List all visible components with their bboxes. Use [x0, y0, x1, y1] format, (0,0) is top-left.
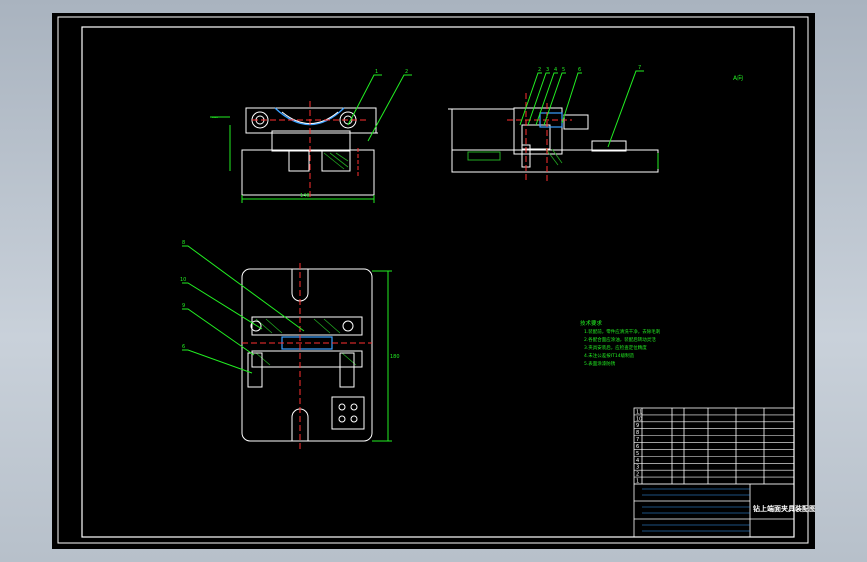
parts-row-number: 11: [636, 409, 642, 415]
parts-row-number: 6: [636, 444, 639, 450]
parts-row-number: 2: [636, 472, 639, 478]
plan-dimension-height: 180: [390, 354, 400, 360]
plan-callout-8: 8: [182, 240, 185, 246]
plan-view: [241, 263, 392, 449]
title-block: [633, 407, 795, 538]
assembly-drawing-canvas: 140 ‐‐‐‐ 1 2 2 3 4 5 6 7 A向 180 8 10 9 6…: [57, 16, 815, 544]
notes-line-3: 3.夹具安装后，应检查定位精度: [584, 344, 647, 351]
plan-callout-10: 10: [180, 277, 186, 283]
front-dimension-width: 140: [300, 193, 310, 199]
parts-row-number: 4: [636, 458, 639, 464]
parts-row-number: 5: [636, 451, 639, 457]
parts-row-number: 10: [636, 416, 642, 422]
notes-line-4: 4.未注公差按IT14级制造: [584, 352, 635, 359]
front-callout-2: 2: [405, 69, 408, 75]
side-callout-2: 2: [538, 67, 541, 73]
side-callout-4: 4: [554, 67, 557, 73]
front-note-left: ‐‐‐‐: [212, 115, 218, 120]
parts-row-number: 3: [636, 465, 639, 471]
title-block-gridlines: [642, 488, 750, 532]
plan-leader-lines: [182, 245, 305, 374]
side-view: [448, 93, 659, 183]
cad-viewport[interactable]: 140 ‐‐‐‐ 1 2 2 3 4 5 6 7 A向 180 8 10 9 6…: [52, 13, 815, 549]
side-callout-7: 7: [638, 65, 641, 71]
outer-border: [57, 16, 809, 544]
notes-line-5: 5.表面涂漆防锈: [584, 360, 616, 367]
front-callout-1: 1: [375, 69, 378, 75]
inner-frame: [81, 26, 795, 538]
technical-notes: 技术要求 1.装配前，零件应清洗干净，去除毛刺 2.各配合面应涂油，装配后转动灵…: [580, 319, 661, 367]
side-callout-6: 6: [578, 67, 581, 73]
parts-row-number: 7: [636, 437, 639, 443]
parts-list: 1110987654321: [634, 409, 794, 485]
notes-line-2: 2.各配合面应涂油，装配后转动灵活: [584, 336, 656, 343]
plan-callout-9: 9: [182, 303, 185, 309]
side-callout-3: 3: [546, 67, 549, 73]
parts-row-number: 8: [636, 430, 639, 436]
side-callout-5: 5: [562, 67, 565, 73]
plan-callout-6: 6: [182, 344, 185, 350]
side-leader-lines: [519, 70, 644, 148]
view-direction-label: A向: [733, 74, 743, 82]
notes-line-1: 1.装配前，零件应清洗干净，去除毛刺: [584, 328, 661, 335]
parts-row-number: 1: [636, 479, 639, 485]
parts-row-number: 9: [636, 423, 639, 429]
notes-heading: 技术要求: [580, 319, 603, 327]
drawing-title: 钻上端面夹具装配图: [753, 504, 815, 513]
